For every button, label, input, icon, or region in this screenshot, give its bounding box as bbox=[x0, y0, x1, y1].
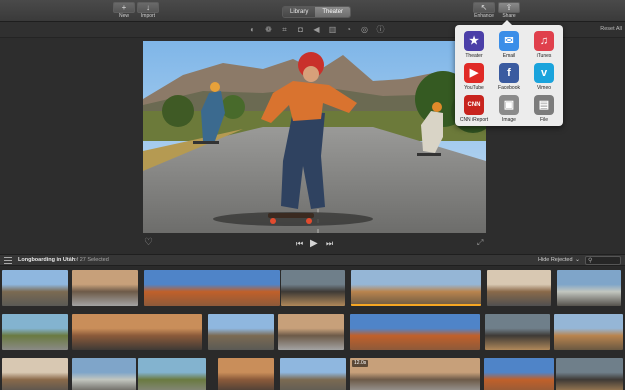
share-item-vimeo[interactable]: v Vimeo bbox=[527, 63, 561, 95]
clip-thumbnail[interactable] bbox=[138, 358, 206, 390]
share-item-facebook[interactable]: f Facebook bbox=[492, 63, 526, 95]
video-frame-image bbox=[143, 41, 486, 233]
fullscreen-icon[interactable]: ⤢ bbox=[477, 238, 487, 248]
clip-thumbnail[interactable] bbox=[556, 358, 623, 390]
color-balance-icon[interactable]: ◐ bbox=[248, 25, 257, 34]
clip-thumbnail[interactable] bbox=[72, 314, 202, 350]
chevron-down-icon[interactable]: ⌄ bbox=[575, 256, 580, 263]
clip-thumbnail[interactable] bbox=[281, 270, 345, 306]
clip-thumbnail[interactable] bbox=[484, 358, 554, 390]
clip-thumbnail[interactable] bbox=[72, 270, 138, 306]
browser-header: Longboarding in Utah 1 of 27 Selected Hi… bbox=[0, 254, 625, 266]
import-button[interactable]: ↓ bbox=[137, 2, 159, 13]
view-switcher: Library Theater bbox=[282, 6, 352, 18]
share-item-label: Email bbox=[502, 53, 516, 59]
magic-wand-icon: ↖ bbox=[480, 3, 488, 12]
play-icon[interactable]: ▶ bbox=[310, 238, 318, 250]
share-item-itunes[interactable]: ♫ iTunes bbox=[527, 31, 561, 63]
playback-controls: ⏮ ▶ ⏭ bbox=[294, 238, 338, 250]
clip-thumbnail[interactable] bbox=[72, 358, 136, 390]
clip-filter-icon[interactable]: ◎ bbox=[360, 25, 369, 34]
share-button[interactable]: ⇪ bbox=[498, 2, 520, 13]
cnn-ireport-icon: CNN bbox=[464, 95, 484, 115]
theater-star-icon: ★ bbox=[464, 31, 484, 51]
favorite-heart-icon[interactable]: ♡ bbox=[144, 238, 154, 248]
share-item-theater[interactable]: ★ Theater bbox=[457, 31, 491, 63]
share-item-label: CNN iReport bbox=[459, 117, 489, 123]
enhance-button[interactable]: ↖ bbox=[473, 2, 495, 13]
import-label: Import bbox=[140, 13, 156, 19]
clip-thumbnail[interactable] bbox=[280, 358, 346, 390]
clip-thumbnail[interactable] bbox=[485, 314, 550, 350]
share-item-label: Vimeo bbox=[536, 85, 552, 91]
clip-thumbnail[interactable] bbox=[2, 314, 68, 350]
video-preview[interactable] bbox=[143, 41, 486, 233]
skip-forward-icon[interactable]: ⏭ bbox=[326, 238, 333, 250]
import-arrow-icon: ↓ bbox=[146, 3, 150, 12]
stabilization-icon[interactable]: ◘ bbox=[296, 25, 305, 34]
sidebar-toggle-icon[interactable] bbox=[4, 257, 12, 264]
share-item-label: Image bbox=[502, 117, 516, 123]
reset-all-button[interactable]: Reset All bbox=[600, 26, 622, 32]
clip-duration-badge: 12.0s bbox=[352, 360, 369, 367]
clip-thumbnail[interactable] bbox=[208, 314, 274, 350]
vimeo-icon: v bbox=[534, 63, 554, 83]
share-item-cnn-ireport[interactable]: CNN CNN iReport bbox=[457, 95, 491, 127]
selected-range-indicator bbox=[351, 304, 481, 306]
imovie-window: + New ↓ Import Library Theater ↖ Enhance… bbox=[0, 0, 625, 390]
clip-thumbnail[interactable] bbox=[351, 270, 481, 306]
share-popover: ★ Theater ✉ Email ♫ iTunes ▶ YouTube f Facebook v V… bbox=[455, 20, 563, 127]
skip-back-icon[interactable]: ⏮ bbox=[296, 238, 303, 250]
share-item-email[interactable]: ✉ Email bbox=[492, 31, 526, 63]
share-item-label: File bbox=[539, 117, 549, 123]
share-item-label: YouTube bbox=[464, 85, 484, 91]
clip-thumbnail[interactable] bbox=[218, 358, 274, 390]
tab-theater[interactable]: Theater bbox=[315, 7, 351, 17]
new-button[interactable]: + bbox=[113, 2, 135, 13]
clip-thumbnail[interactable] bbox=[350, 314, 480, 350]
search-input[interactable]: ⚲ bbox=[585, 256, 621, 265]
clip-thumbnail[interactable] bbox=[144, 270, 280, 306]
share-item-label: iTunes bbox=[536, 53, 552, 59]
color-correction-icon[interactable]: ❁ bbox=[264, 25, 273, 34]
top-toolbar: + New ↓ Import Library Theater ↖ Enhance… bbox=[0, 0, 625, 22]
info-icon[interactable]: ⓘ bbox=[376, 25, 385, 34]
clip-thumbnail[interactable]: 12.0s bbox=[350, 358, 480, 390]
noise-reduction-icon[interactable]: ▥ bbox=[328, 25, 337, 34]
share-item-label: Facebook bbox=[498, 85, 520, 91]
search-icon: ⚲ bbox=[588, 258, 593, 264]
clip-thumbnail[interactable] bbox=[487, 270, 551, 306]
hide-rejected-dropdown[interactable]: Hide Rejected bbox=[538, 257, 573, 263]
volume-icon[interactable]: ◀ bbox=[312, 25, 321, 34]
share-item-youtube[interactable]: ▶ YouTube bbox=[457, 63, 491, 95]
clip-thumbnail[interactable] bbox=[278, 314, 344, 350]
project-title: Longboarding in Utah bbox=[18, 257, 76, 263]
tab-library[interactable]: Library bbox=[283, 7, 316, 17]
file-icon: ▤ bbox=[534, 95, 554, 115]
clip-thumbnail[interactable] bbox=[557, 270, 621, 306]
speed-icon[interactable]: ◔ bbox=[344, 25, 353, 34]
image-icon: ▣ bbox=[499, 95, 519, 115]
youtube-icon: ▶ bbox=[464, 63, 484, 83]
share-icon: ⇪ bbox=[505, 3, 513, 12]
share-item-file[interactable]: ▤ File bbox=[527, 95, 561, 127]
crop-icon[interactable]: ⌗ bbox=[280, 25, 289, 34]
share-label: Share bbox=[502, 13, 516, 19]
clip-thumbnail[interactable] bbox=[2, 270, 68, 306]
clip-thumbnail[interactable] bbox=[554, 314, 623, 350]
share-item-label: Theater bbox=[465, 53, 483, 59]
email-icon: ✉ bbox=[499, 31, 519, 51]
facebook-icon: f bbox=[499, 63, 519, 83]
clip-thumbnail[interactable] bbox=[2, 358, 68, 390]
itunes-icon: ♫ bbox=[534, 31, 554, 51]
share-item-image[interactable]: ▣ Image bbox=[492, 95, 526, 127]
selection-count: 1 of 27 Selected bbox=[69, 257, 109, 263]
plus-icon: + bbox=[121, 3, 127, 12]
clip-browser: 12.0s bbox=[0, 267, 625, 390]
